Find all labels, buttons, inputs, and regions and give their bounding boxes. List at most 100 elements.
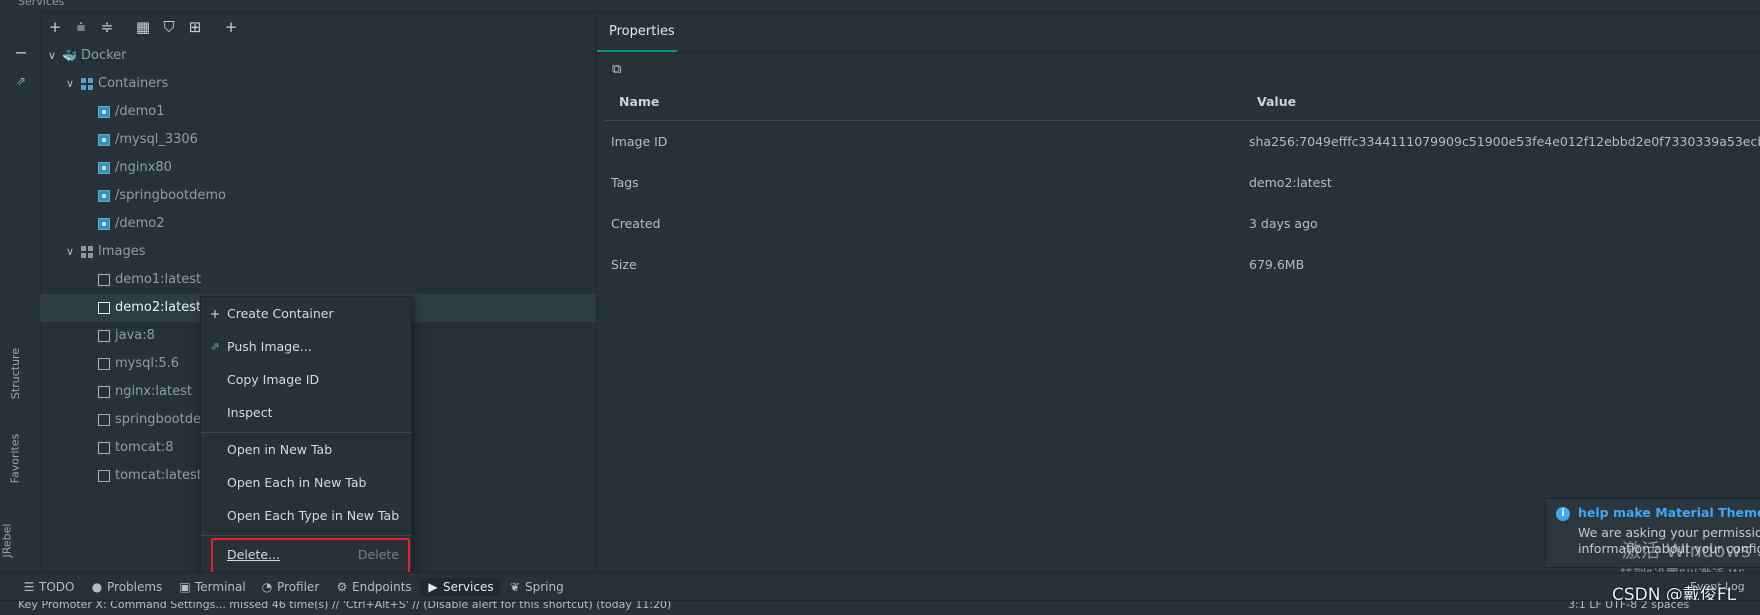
side-tab-structure[interactable]: Structure [9, 348, 22, 399]
docker-icon: 🐳 [62, 49, 77, 63]
side-tab-favorites[interactable]: Favorites [8, 434, 21, 484]
status-bar: Key Promoter X: Command Settings... miss… [0, 600, 1760, 615]
tree-label: Containers [98, 76, 169, 91]
column-header-value[interactable]: Value [1257, 94, 1296, 109]
tab-label: Services [443, 580, 494, 594]
tree-label: Images [98, 244, 146, 259]
group-icon[interactable]: ▦ [132, 16, 154, 38]
menu-item-push-image[interactable]: ⇗ Push Image... [201, 332, 411, 362]
tree-node-containers[interactable]: ∨ Containers [40, 70, 596, 98]
tree-label: /mysql_3306 [115, 132, 198, 147]
activation-watermark: 激活 Windows [1622, 540, 1751, 562]
menu-item-open-new-tab[interactable]: Open in New Tab [201, 435, 411, 465]
tab-properties[interactable]: Properties [607, 20, 677, 43]
menu-item-open-each-new-tab[interactable]: Open Each in New Tab [201, 468, 411, 498]
menu-item-open-each-type-new-tab[interactable]: Open Each Type in New Tab [201, 501, 411, 531]
tree-label: tomcat:8 [115, 440, 174, 455]
menu-item-copy-image-id[interactable]: Copy Image ID [201, 365, 411, 395]
copy-icon[interactable]: ⧉ [612, 62, 626, 77]
chevron-down-icon[interactable]: ∨ [46, 42, 58, 70]
filter-icon[interactable]: ⛉ [158, 16, 180, 38]
add-service-icon[interactable]: + [220, 16, 242, 38]
status-message[interactable]: Key Promoter X: Command Settings... miss… [18, 601, 671, 611]
image-icon [98, 302, 110, 314]
left-gutter: − ⇗ Structure Favorites JRebel [0, 12, 41, 572]
expand-all-icon[interactable]: ⩧ [70, 16, 92, 38]
property-value: demo2:latest [1249, 175, 1332, 190]
panel-divider[interactable] [596, 12, 597, 572]
tab-profiler[interactable]: ◔ Profiler [260, 578, 320, 596]
properties-header: Properties [597, 12, 1760, 53]
window-title: Services [18, 0, 65, 8]
tab-endpoints[interactable]: ⚙ Endpoints [335, 578, 412, 596]
property-value: 679.6MB [1249, 257, 1305, 272]
side-tab-jrebel[interactable]: JRebel [0, 524, 13, 558]
new-tab-icon[interactable]: ⊞ [184, 16, 206, 38]
tree-node-docker[interactable]: ∨ 🐳 Docker [40, 42, 596, 70]
tree-item-container[interactable]: /demo2 [40, 210, 596, 238]
play-icon: ▶ [428, 580, 438, 594]
menu-item-create-container[interactable]: + Create Container [201, 299, 411, 329]
tab-problems[interactable]: ● Problems [90, 578, 163, 596]
tree-label: mysql:5.6 [115, 356, 180, 371]
container-icon [98, 190, 110, 202]
info-icon: i [1556, 507, 1570, 521]
tab-underline [597, 50, 677, 52]
list-icon: ☰ [23, 580, 35, 594]
tab-terminal[interactable]: ▣ Terminal [178, 578, 246, 596]
notification-title[interactable]: help make Material Theme UI [1578, 505, 1760, 520]
deploy-icon[interactable]: ⇗ [10, 70, 32, 92]
status-right-info[interactable]: 3:1 LF UTF-8 2 spaces [1568, 601, 1689, 611]
tree-item-container[interactable]: /nginx80 [40, 154, 596, 182]
chevron-down-icon[interactable]: ∨ [64, 238, 76, 266]
context-menu: + Create Container ⇗ Push Image... Copy … [200, 296, 412, 576]
container-icon [98, 218, 110, 230]
menu-separator [201, 535, 411, 536]
tree-label: demo1:latest [115, 272, 202, 287]
menu-item-label: Open Each in New Tab [227, 475, 367, 490]
tree-label: java:8 [115, 328, 155, 343]
profiler-icon: ◔ [261, 580, 273, 594]
endpoints-icon: ⚙ [336, 580, 348, 594]
table-row[interactable]: Created 3 days ago [605, 206, 1760, 242]
tab-services[interactable]: ▶ Services [420, 578, 500, 596]
tab-todo[interactable]: ☰ TODO [22, 578, 75, 596]
menu-item-inspect[interactable]: Inspect [201, 398, 411, 428]
table-row[interactable]: Tags demo2:latest [605, 165, 1760, 201]
menu-item-label: Open Each Type in New Tab [227, 508, 400, 523]
table-row[interactable]: Size 679.6MB [605, 247, 1760, 283]
tree-label: demo2:latest [115, 300, 202, 315]
tab-label: Profiler [277, 580, 320, 594]
container-icon [98, 134, 110, 146]
image-icon [98, 330, 110, 342]
property-name: Size [611, 257, 637, 272]
tree-item-image[interactable]: demo1:latest [40, 266, 596, 294]
container-icon [98, 106, 110, 118]
properties-table-header: Name Value [605, 88, 1760, 121]
highlight-box [211, 538, 410, 576]
terminal-icon: ▣ [179, 580, 191, 594]
column-header-name[interactable]: Name [619, 94, 659, 109]
menu-item-label: Open in New Tab [227, 442, 333, 457]
tab-spring[interactable]: ❦ Spring [508, 578, 564, 596]
container-icon [98, 162, 110, 174]
services-toolbar: + ⩧ ≑ ▦ ⛉ ⊞ + [40, 12, 596, 42]
containers-icon [81, 78, 93, 90]
menu-item-label: Inspect [227, 405, 273, 420]
tree-item-container[interactable]: /springbootdemo [40, 182, 596, 210]
collapse-all-icon[interactable]: ≑ [96, 16, 118, 38]
tree-item-container[interactable]: /mysql_3306 [40, 126, 596, 154]
add-icon[interactable]: + [44, 16, 66, 38]
image-icon [98, 442, 110, 454]
images-icon [81, 246, 93, 258]
chevron-down-icon[interactable]: ∨ [64, 70, 76, 98]
tree-node-images[interactable]: ∨ Images [40, 238, 596, 266]
push-icon: ⇗ [210, 340, 220, 353]
tab-label: Terminal [195, 580, 246, 594]
tab-label: Endpoints [352, 580, 412, 594]
table-row[interactable]: Image ID sha256:7049efffc3344111079909c5… [605, 124, 1760, 160]
leaf-icon: ❦ [509, 580, 521, 594]
tree-item-container[interactable]: /demo1 [40, 98, 596, 126]
tree-label: /springbootdemo [115, 188, 226, 203]
collapse-icon[interactable]: − [10, 42, 32, 64]
